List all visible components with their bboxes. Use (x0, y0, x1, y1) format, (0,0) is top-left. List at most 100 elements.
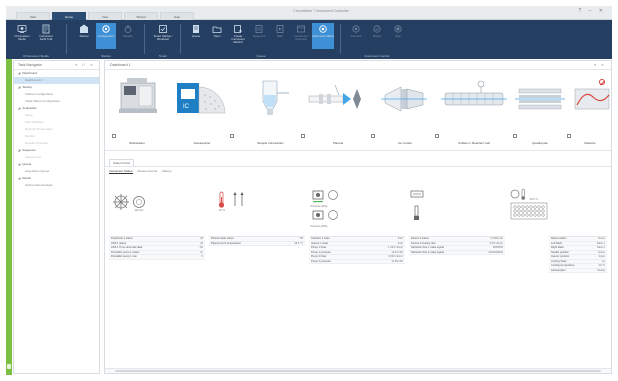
tab-home[interactable]: Home (52, 12, 86, 20)
status-area: Status Panel Instrument Status Device Co… (105, 159, 611, 175)
module-autosampler[interactable]: IC Autosampler (169, 75, 235, 149)
chromeleon-studio-button[interactable]: Chromeleon Studio (12, 23, 32, 49)
nav-group-startup[interactable]: ◢ Startup (14, 84, 99, 91)
navigator-controls[interactable]: ▾ ⊓ ✕ (75, 63, 95, 67)
collapse-icon[interactable]: ◢ (18, 162, 20, 166)
subtab-history[interactable]: History (162, 169, 171, 173)
sequence-button[interactable]: Sequence (249, 23, 269, 49)
startup-button[interactable]: Startup (74, 23, 94, 49)
nav-item-dashboard-1[interactable]: Dashboard 1 (14, 77, 99, 84)
queue-button[interactable]: Queue (186, 23, 206, 49)
nebulizer-icon (410, 190, 424, 220)
scrollbar-thumb[interactable] (115, 370, 601, 372)
module-checkbox[interactable] (435, 134, 439, 138)
status-row: Nebulizer flow 2 value signal 0000000000 (409, 250, 505, 255)
nav-item-detector-parameters[interactable]: Detector Parameters (14, 126, 99, 133)
collapse-icon[interactable]: ◢ (18, 148, 20, 152)
status-table: Peripheral 1 status off ASX-1 status off A… (109, 236, 205, 260)
instrument-status-button[interactable]: Instrument Status (312, 23, 334, 49)
window-controls[interactable]: ? – ✕ (578, 8, 606, 14)
standby-icon (124, 25, 132, 33)
nav-item-results-overview[interactable]: Results Overview (14, 140, 99, 147)
status-subtabs: Instrument Status Device Control History (105, 167, 611, 175)
collapse-icon[interactable]: ◢ (18, 85, 20, 89)
connect-button[interactable]: Connect (346, 23, 366, 49)
status-row: Plasma torch temperature 28.6 °C (209, 241, 305, 246)
workstation-icon (119, 78, 157, 113)
pump-icon (113, 194, 145, 210)
stop-button[interactable]: Stop (388, 23, 408, 49)
module-label: Workstation (129, 140, 145, 145)
dashboard-controls[interactable]: ▾ ✕ (594, 63, 606, 67)
module-checkbox[interactable] (301, 134, 305, 138)
nav-item-monitor[interactable]: Monitor (14, 133, 99, 140)
module-checkbox[interactable] (567, 134, 571, 138)
collapse-icon[interactable]: ◢ (18, 106, 20, 110)
collapse-icon[interactable]: ◢ (18, 176, 20, 180)
nav-group-acquisition[interactable]: ◢ Acquisition (14, 105, 99, 112)
nav-item-online-data-analysis[interactable]: Online Data Analysis (14, 182, 99, 189)
tab-wizard[interactable]: Wizard (124, 12, 158, 20)
create-instrument-method-button[interactable]: Create Instrument Method (228, 23, 248, 49)
configuration-button[interactable]: Configuration (96, 23, 116, 49)
ribbon-group-label: Instrument Control (364, 54, 390, 58)
module-plasma[interactable]: Plasma (301, 75, 371, 149)
dashboard-header: Dashboard 1 ▾ ✕ (105, 61, 611, 70)
tab-help[interactable]: Help (160, 12, 194, 20)
module-detector[interactable]: Detector (567, 75, 611, 149)
nav-item-flow-modules[interactable]: Flow Modules (14, 119, 99, 126)
module-label: Ion Cooler (398, 140, 412, 145)
tab-status-panel[interactable]: Status Panel (109, 159, 135, 166)
module-checkbox[interactable] (230, 134, 234, 138)
queue-icon (193, 25, 199, 33)
module-ion-cooler[interactable]: Ion Cooler (371, 75, 433, 149)
status-tabs: Status Panel (105, 159, 611, 167)
instrument-status-strip (6, 59, 12, 375)
nav-item-label: Result (22, 176, 31, 180)
detector-icon (574, 88, 610, 110)
nav-item-label: Startup (22, 85, 32, 89)
ready-button[interactable]: Ready (367, 23, 387, 49)
module-sample-introduction[interactable]: Sample Introduction (243, 75, 298, 149)
tab-start[interactable]: Start (16, 12, 50, 20)
instrument-overview-button[interactable]: Instrument Overview (291, 23, 311, 49)
module-workstation[interactable]: Workstation (108, 75, 166, 149)
module-checkbox[interactable] (513, 134, 517, 138)
pump-pressure-icon (312, 190, 338, 220)
nav-group-queue[interactable]: ◢ Queue (14, 161, 99, 168)
standby-button[interactable]: Standby (118, 23, 138, 49)
nav-group-sequence[interactable]: ◢ Sequence (14, 147, 99, 154)
subtab-instrument-status[interactable]: Instrument Status (109, 169, 133, 174)
nav-item-acquisition-queue[interactable]: Acquisition Queue (14, 168, 99, 175)
smart-startup-button[interactable]: Smart Startup / Shutdown (152, 23, 174, 49)
module-quadrupole[interactable]: Quadrupole (513, 75, 565, 149)
nav-group-result[interactable]: ◢ Result (14, 175, 99, 182)
sample-introduction-icon (262, 80, 289, 115)
nav-group-dashboard[interactable]: ◢ Dashboard (14, 70, 99, 77)
ribbon-button-label: Connect (350, 34, 362, 38)
nav-item-setup[interactable]: Setup (14, 112, 99, 119)
module-reaction-cell[interactable]: Collision / Reaction Cell (435, 75, 509, 149)
alert-stop-icon[interactable] (599, 79, 605, 85)
start-button[interactable]: Start (270, 23, 290, 49)
ribbon-button-label: Instrument Overview (294, 34, 308, 42)
ribbon-button-label: Start (277, 34, 283, 38)
nav-item-label: Sequence (22, 148, 36, 152)
nav-item-startup-configuration[interactable]: Startup Configuration (14, 91, 99, 98)
collapse-icon[interactable]: ◢ (18, 71, 20, 75)
nav-item-initial-status-configuration[interactable]: Initial Status Configuration (14, 98, 99, 105)
status-row: Autosampler Ready (549, 268, 607, 273)
ribbon-group-label: Startup (101, 54, 111, 58)
status-card-sample-introduction: 100 rpm Peripheral 1 status off ASX-1 sta… (109, 194, 205, 346)
subtab-device-control[interactable]: Device Control (138, 169, 158, 173)
tab-view[interactable]: View (88, 12, 122, 20)
status-indicator-icon (7, 364, 11, 369)
open-button[interactable]: Open (207, 23, 227, 49)
ribbon-group-startup: Startup Configuration Standby Startup (70, 20, 142, 59)
horizontal-scrollbar[interactable] (105, 368, 611, 373)
module-checkbox[interactable] (371, 134, 375, 138)
ribbon-group-label: Chromeleon Studio (23, 54, 49, 58)
instrument-audit-trail-button[interactable]: Instrument Audit Trail (36, 23, 56, 49)
nav-item-sample-list[interactable]: Sample List (14, 154, 99, 161)
module-checkbox[interactable] (112, 134, 116, 138)
